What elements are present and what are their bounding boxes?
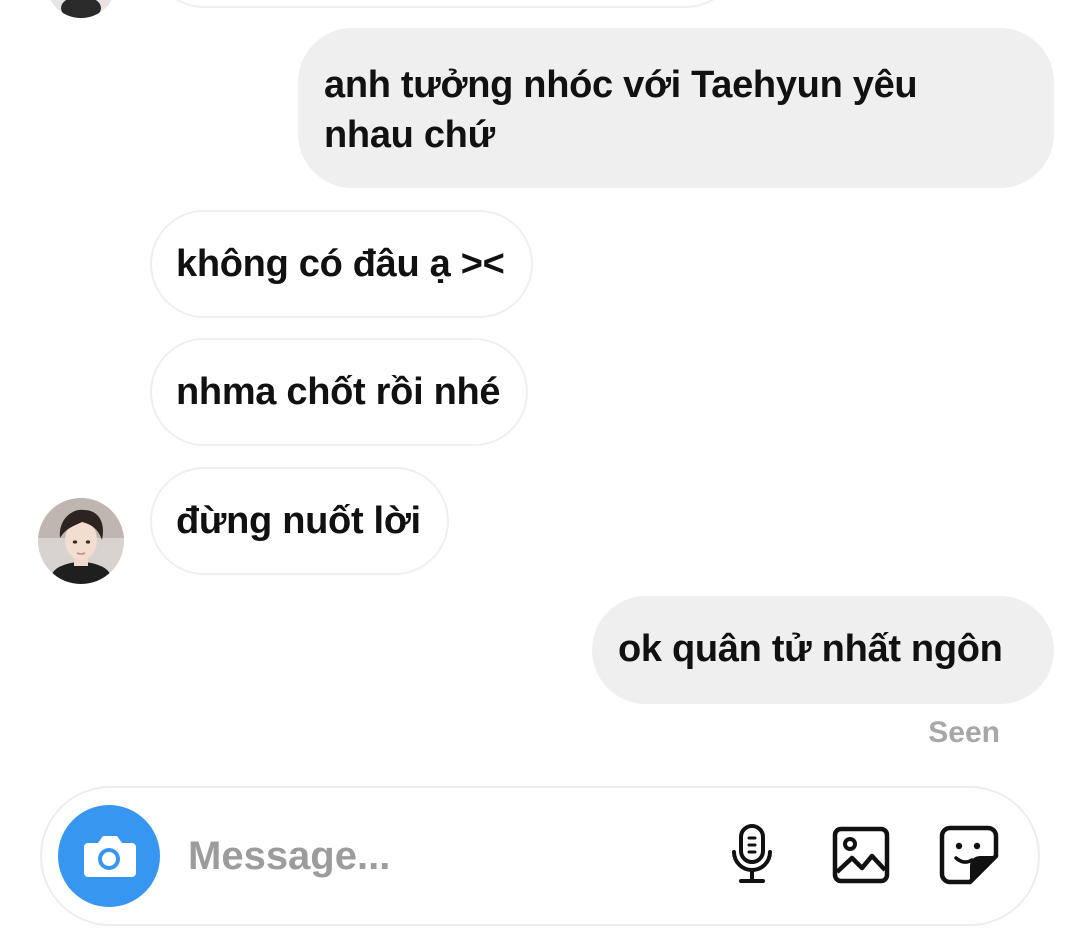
- message-bubble-incoming[interactable]: đừng nuốt lời: [150, 467, 449, 575]
- contact-avatar-previous[interactable]: [46, 0, 116, 18]
- message-text: không có đâu ạ ><: [176, 243, 505, 285]
- message-bubble-previous: [150, 0, 740, 8]
- message-bubble-incoming[interactable]: không có đâu ạ ><: [150, 210, 533, 318]
- message-bubble-outgoing[interactable]: anh tưởng nhóc với Taehyun yêu nhau chứ: [298, 28, 1054, 188]
- contact-avatar[interactable]: [38, 498, 124, 584]
- camera-button[interactable]: [58, 805, 160, 907]
- message-text-line: nhau chứ: [324, 114, 495, 156]
- message-text: ok quân tử nhất ngôn: [618, 628, 1003, 670]
- microphone-icon[interactable]: [726, 822, 778, 886]
- message-text-line: anh tưởng nhóc với Taehyun yêu: [324, 64, 918, 106]
- message-input[interactable]: [188, 826, 708, 886]
- gallery-icon[interactable]: [832, 826, 890, 884]
- camera-icon: [84, 836, 136, 877]
- message-bubble-incoming[interactable]: nhma chốt rồi nhé: [150, 338, 529, 446]
- sticker-icon[interactable]: [938, 824, 1000, 886]
- seen-indicator: Seen: [928, 716, 1000, 749]
- message-bubble-outgoing[interactable]: ok quân tử nhất ngôn: [592, 596, 1054, 704]
- message-text: nhma chốt rồi nhé: [176, 371, 501, 413]
- message-composer: [40, 786, 1040, 926]
- message-text: đừng nuốt lời: [176, 500, 421, 542]
